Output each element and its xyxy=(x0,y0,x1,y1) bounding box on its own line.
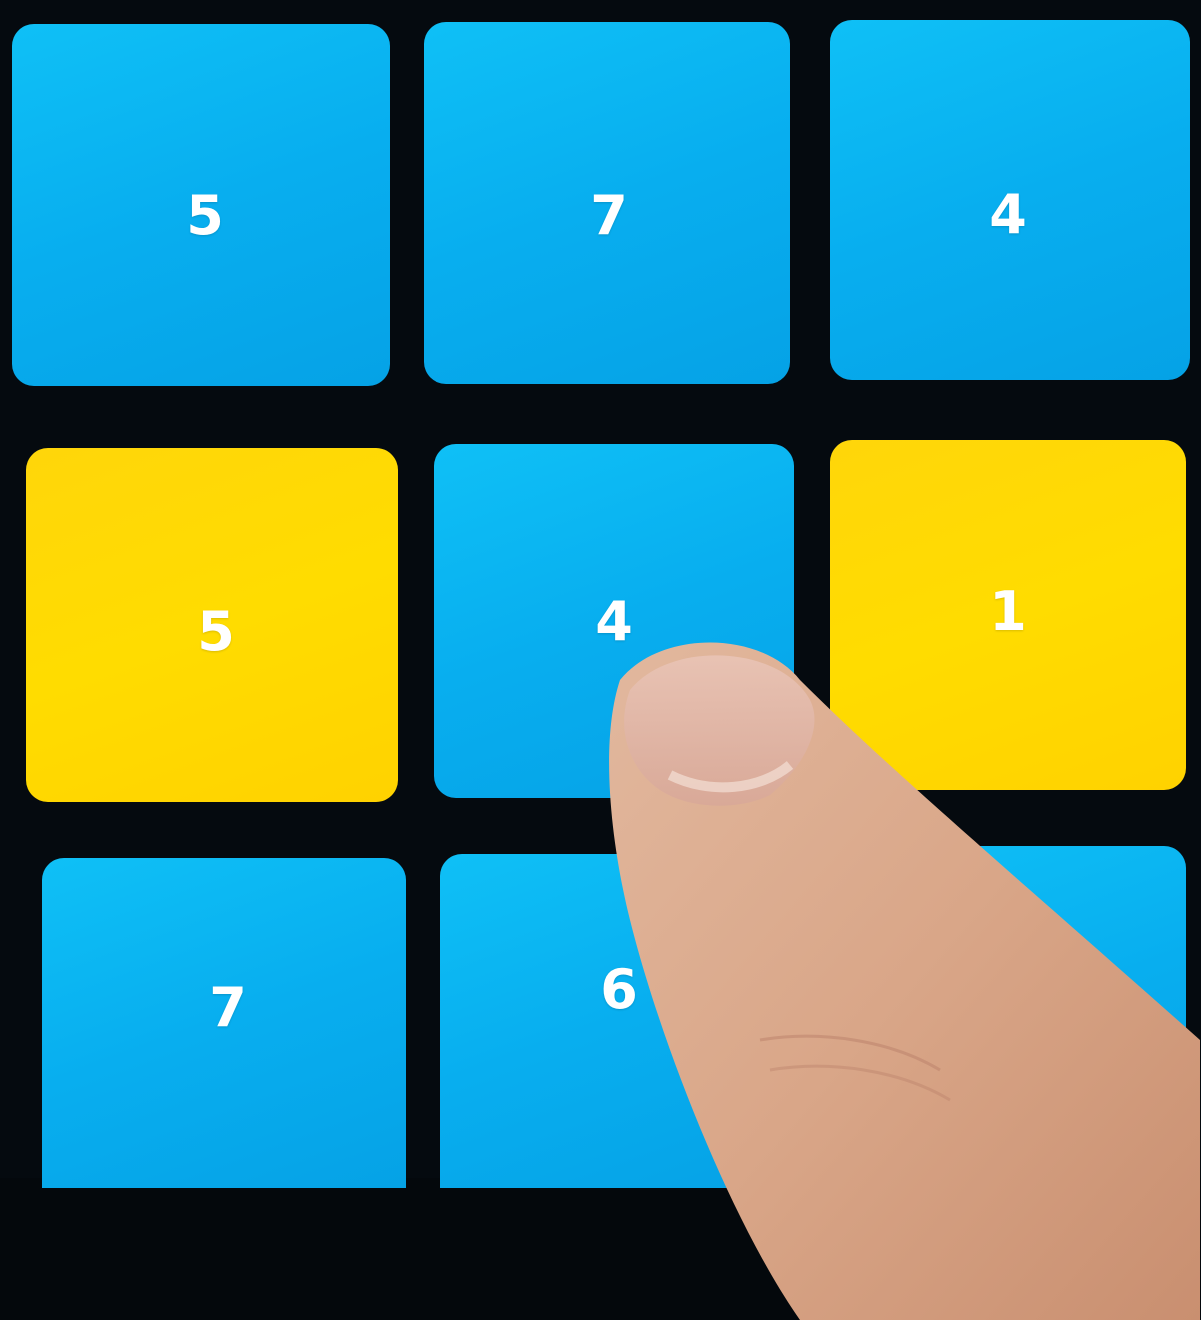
tile-value: 6 xyxy=(600,957,638,1021)
tile-row2-col2[interactable]: 4 xyxy=(434,444,794,798)
tile-row1-col2[interactable]: 7 xyxy=(424,22,790,384)
tile-row2-col1[interactable]: 5 xyxy=(26,448,398,802)
tile-row1-col3[interactable]: 4 xyxy=(830,20,1190,380)
tile-row3-col2[interactable]: 6 xyxy=(440,854,798,1188)
tile-row2-col3[interactable]: 1 xyxy=(830,440,1186,790)
tile-row3-col3[interactable] xyxy=(834,846,1186,1188)
tile-row3-col1[interactable]: 7 xyxy=(42,858,406,1188)
tile-value: 5 xyxy=(186,183,224,247)
tile-value: 4 xyxy=(989,182,1027,246)
tile-value: 4 xyxy=(595,589,633,653)
game-board: 5 7 4 5 4 1 7 6 xyxy=(0,0,1201,1320)
tile-value: 5 xyxy=(197,599,235,663)
tile-row1-col1[interactable]: 5 xyxy=(12,24,390,386)
tile-value: 7 xyxy=(209,975,247,1039)
tile-value: 7 xyxy=(590,183,628,247)
tile-value: 1 xyxy=(989,579,1027,643)
